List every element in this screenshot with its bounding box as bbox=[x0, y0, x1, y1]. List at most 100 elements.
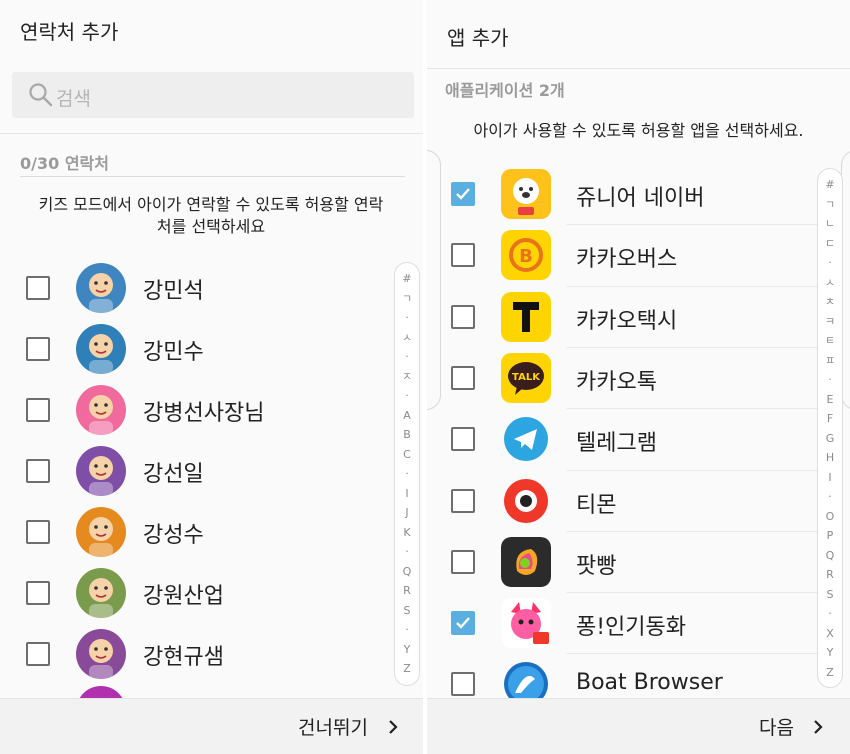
app-checkbox[interactable] bbox=[451, 304, 475, 329]
contact-checkbox[interactable] bbox=[26, 398, 50, 422]
alphabet-index-scroller[interactable]: # ㄱㄴㄷ · ㅅㅊㅋㅌㅍ · E F G H I · O P Q R S · X Y Z bbox=[817, 168, 843, 688]
index-letter[interactable]: Z bbox=[395, 659, 419, 679]
divider bbox=[567, 408, 817, 410]
apps-count-label: 애플리케이션 2개 bbox=[445, 81, 565, 100]
contact-avatar bbox=[76, 385, 126, 435]
contact-avatar bbox=[76, 324, 126, 374]
pinkfong-icon bbox=[501, 598, 551, 649]
index-letter[interactable]: J bbox=[395, 503, 419, 523]
index-letter[interactable]: Y bbox=[395, 640, 419, 660]
tmon-icon bbox=[501, 476, 551, 526]
index-letter[interactable]: ㅅ bbox=[395, 328, 419, 348]
index-letter[interactable]: ㄱ bbox=[395, 289, 419, 309]
app-row[interactable]: 텔레그램 bbox=[427, 408, 827, 468]
contact-name: 강선일 bbox=[143, 462, 204, 487]
index-letter[interactable]: · bbox=[395, 464, 419, 484]
contact-row[interactable]: 강선일 bbox=[0, 440, 400, 500]
contact-checkbox[interactable] bbox=[26, 459, 50, 483]
index-letter[interactable]: ㅈ bbox=[395, 367, 419, 387]
app-checkbox[interactable] bbox=[451, 243, 475, 268]
index-letter[interactable]: ㅊ bbox=[818, 292, 842, 312]
index-letter[interactable]: · bbox=[395, 308, 419, 328]
index-letter[interactable]: S bbox=[818, 585, 842, 605]
app-checkbox[interactable] bbox=[451, 182, 475, 206]
index-letter[interactable]: P bbox=[818, 526, 842, 546]
contact-checkbox[interactable] bbox=[26, 337, 50, 361]
index-letter[interactable]: · bbox=[818, 604, 842, 624]
index-letter[interactable]: · bbox=[818, 253, 842, 273]
index-letter[interactable]: ㄱ bbox=[818, 195, 842, 215]
contact-row[interactable]: 강민수 bbox=[0, 318, 400, 378]
index-letter[interactable]: # bbox=[395, 269, 419, 289]
index-letter[interactable]: F bbox=[818, 409, 842, 429]
alphabet-index-scroller[interactable]: # ㄱ · ㅅ · ㅈ · A B C · I J K · Q R S · Y Z bbox=[394, 262, 420, 686]
contact-row[interactable]: 강성수 bbox=[0, 501, 400, 561]
app-checkbox[interactable] bbox=[451, 549, 475, 574]
index-letter[interactable]: X bbox=[818, 624, 842, 644]
app-row[interactable]: TALK 카카오톡 bbox=[427, 346, 827, 407]
contact-row[interactable]: 강현규샘 bbox=[0, 623, 400, 683]
bottom-bar: 건너뛰기 bbox=[0, 698, 423, 754]
search-input[interactable]: 검색 bbox=[12, 72, 414, 118]
index-letter[interactable]: · bbox=[818, 487, 842, 507]
index-letter[interactable]: R bbox=[395, 581, 419, 601]
index-letter[interactable]: R bbox=[818, 565, 842, 585]
app-row[interactable]: 팟빵 bbox=[427, 530, 827, 591]
app-name: 팟빵 bbox=[576, 553, 617, 579]
contact-checkbox[interactable] bbox=[26, 520, 50, 544]
index-letter[interactable]: ㅌ bbox=[818, 331, 842, 351]
contact-row[interactable]: 강민석 bbox=[0, 257, 400, 317]
index-letter[interactable]: C bbox=[395, 445, 419, 465]
index-letter[interactable]: Y bbox=[818, 643, 842, 663]
index-letter[interactable]: Q bbox=[818, 546, 842, 566]
app-checkbox[interactable] bbox=[451, 365, 475, 390]
contact-name: 강민석 bbox=[143, 279, 204, 304]
index-letter[interactable]: · bbox=[395, 620, 419, 640]
app-checkbox[interactable] bbox=[451, 672, 475, 697]
app-checkbox[interactable] bbox=[451, 488, 475, 513]
index-letter[interactable]: ㄴ bbox=[818, 214, 842, 234]
index-letter[interactable]: I bbox=[395, 484, 419, 504]
contact-name: 강민수 bbox=[143, 340, 204, 365]
index-letter[interactable]: · bbox=[395, 542, 419, 562]
index-letter[interactable]: Q bbox=[395, 562, 419, 582]
contact-name: 강병선사장님 bbox=[143, 401, 265, 426]
contact-checkbox[interactable] bbox=[26, 581, 50, 605]
index-letter[interactable]: O bbox=[818, 507, 842, 527]
index-letter[interactable]: K bbox=[395, 523, 419, 543]
index-letter[interactable]: · bbox=[395, 386, 419, 406]
telegram-icon bbox=[501, 414, 551, 464]
index-letter[interactable]: · bbox=[818, 370, 842, 390]
contact-checkbox[interactable] bbox=[26, 276, 50, 300]
index-letter[interactable]: ㅍ bbox=[818, 351, 842, 371]
app-row[interactable]: 티몬 bbox=[427, 469, 827, 530]
index-letter[interactable]: S bbox=[395, 601, 419, 621]
skip-button[interactable]: 건너뛰기 bbox=[298, 713, 368, 740]
app-checkbox[interactable] bbox=[451, 427, 475, 452]
index-letter[interactable]: # bbox=[818, 175, 842, 195]
index-letter[interactable]: B bbox=[395, 425, 419, 445]
divider bbox=[567, 530, 817, 532]
index-letter[interactable]: A bbox=[395, 406, 419, 426]
index-letter[interactable]: Z bbox=[818, 663, 842, 683]
index-letter[interactable]: ㅋ bbox=[818, 312, 842, 332]
index-letter[interactable]: H bbox=[818, 448, 842, 468]
index-letter[interactable]: E bbox=[818, 390, 842, 410]
app-name: 카카오톡 bbox=[576, 369, 657, 395]
index-letter[interactable]: ㄷ bbox=[818, 234, 842, 254]
index-letter[interactable]: · bbox=[395, 347, 419, 367]
contact-row[interactable]: 강병선사장님 bbox=[0, 379, 400, 439]
index-letter[interactable]: ㅅ bbox=[818, 273, 842, 293]
app-name: 퐁!인기동화 bbox=[576, 615, 687, 641]
app-checkbox[interactable] bbox=[451, 611, 475, 636]
app-row[interactable]: B 카카오버스 bbox=[427, 224, 827, 284]
next-button[interactable]: 다음 bbox=[759, 713, 794, 740]
index-letter[interactable]: I bbox=[818, 468, 842, 488]
index-letter[interactable]: G bbox=[818, 429, 842, 449]
contact-row[interactable]: 강원산업 bbox=[0, 562, 400, 622]
app-row[interactable]: 카카오택시 bbox=[427, 285, 827, 346]
contact-checkbox[interactable] bbox=[26, 642, 50, 666]
app-row[interactable]: 퐁!인기동화 bbox=[427, 592, 827, 652]
app-row[interactable]: 쥬니어 네이버 bbox=[427, 163, 827, 223]
chevron-right-icon bbox=[389, 720, 398, 734]
